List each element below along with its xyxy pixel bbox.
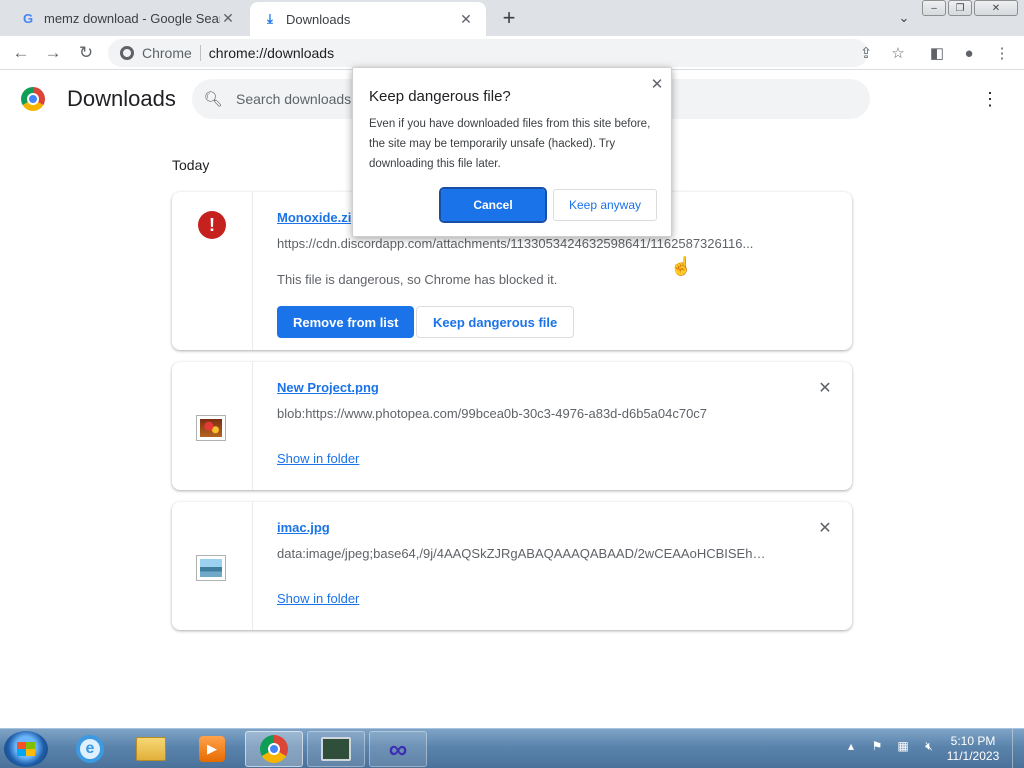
file-url[interactable]: blob:https://www.photopea.com/99bcea0b-3…	[277, 406, 772, 421]
cancel-button[interactable]: Cancel	[439, 187, 547, 223]
profile-avatar-icon[interactable]: ●	[959, 43, 979, 63]
system-tray: ▴ ⚑ ▦ 🔇︎	[842, 737, 938, 755]
danger-icon: !	[198, 211, 226, 239]
restore-button[interactable]: ❐	[948, 0, 972, 16]
file-name-link[interactable]: imac.jpg	[277, 520, 330, 535]
chrome-logo-icon	[120, 46, 134, 60]
dialog-title: Keep dangerous file?	[369, 88, 511, 105]
download-item: imac.jpg data:image/jpeg;base64,/9j/4AAQ…	[172, 502, 852, 630]
dialog-close-icon[interactable]: ✕	[648, 75, 666, 93]
tab-search-chevron-icon[interactable]: ⌄	[894, 8, 914, 28]
window-controls: – ❐ ✕	[922, 0, 1018, 16]
clock-date: 11/1/2023	[946, 749, 1000, 763]
image-file-icon	[196, 555, 226, 581]
tab-title: memz download - Google Search	[44, 10, 220, 26]
system-clock[interactable]: 5:10 PM 11/1/2023	[940, 734, 1006, 764]
network-icon[interactable]: ▦	[894, 737, 912, 755]
start-button[interactable]	[4, 731, 48, 767]
clock-time: 5:10 PM	[950, 734, 996, 748]
folder-icon	[136, 737, 166, 761]
share-icon[interactable]: ⇪	[856, 43, 876, 63]
dialog-message: Even if you have downloaded files from t…	[369, 118, 651, 170]
more-actions-icon[interactable]: ⋮	[980, 88, 1000, 110]
internet-explorer-icon: e	[76, 735, 104, 763]
close-tab-icon[interactable]: ✕	[220, 10, 236, 26]
tab-downloads[interactable]: ⤓ Downloads ✕	[250, 2, 486, 36]
hand-cursor-icon: ☝	[670, 256, 693, 276]
taskbar-media-player[interactable]: ▶	[183, 731, 241, 767]
back-arrow-icon[interactable]: ←	[8, 40, 34, 66]
download-icon: ⤓	[267, 11, 273, 26]
show-desktop-button[interactable]	[1012, 729, 1024, 768]
danger-description: This file is dangerous, so Chrome has bl…	[277, 272, 558, 287]
close-tab-icon[interactable]: ✕	[458, 11, 474, 27]
file-icon-column: !	[172, 192, 253, 350]
file-url[interactable]: https://cdn.discordapp.com/attachments/1…	[277, 236, 772, 251]
taskbar-chrome[interactable]	[245, 731, 303, 767]
show-in-folder-link[interactable]: Show in folder	[277, 451, 359, 466]
remove-item-icon[interactable]: ✕	[816, 519, 834, 537]
file-name-link[interactable]: New Project.png	[277, 380, 379, 395]
remove-item-icon[interactable]: ✕	[816, 379, 834, 397]
site-chip[interactable]: Chrome	[120, 45, 192, 61]
keep-dangerous-file-button[interactable]: Keep dangerous file	[416, 306, 575, 338]
image-file-icon	[196, 415, 226, 441]
volume-muted-icon[interactable]: 🔇︎	[920, 737, 938, 755]
tab-google-search[interactable]: G memz download - Google Search ✕	[8, 0, 248, 36]
url-text: chrome://downloads	[208, 45, 335, 61]
taskbar-internet-explorer[interactable]: e	[61, 731, 119, 767]
show-in-folder-link[interactable]: Show in folder	[277, 591, 359, 606]
remove-from-list-button[interactable]: Remove from list	[277, 306, 415, 338]
file-name-link[interactable]: Monoxide.zip	[277, 210, 359, 225]
keep-dangerous-file-dialog: Keep dangerous file? ✕ Even if you have …	[352, 67, 672, 237]
chrome-icon	[260, 735, 288, 763]
show-hidden-icons-icon[interactable]: ▴	[842, 737, 860, 755]
download-item: New Project.png blob:https://www.photope…	[172, 362, 852, 490]
side-panel-icon[interactable]: ◧	[927, 43, 947, 63]
forward-arrow-icon[interactable]: →	[40, 40, 66, 66]
action-center-flag-icon[interactable]: ⚑	[868, 737, 886, 755]
address-bar[interactable]: Chrome chrome://downloads	[108, 39, 868, 67]
minimize-button[interactable]: –	[922, 0, 946, 16]
chrome-menu-icon[interactable]: ⋮	[992, 43, 1012, 63]
site-chip-label: Chrome	[142, 45, 192, 61]
taskbar-file-explorer[interactable]	[122, 731, 180, 767]
new-tab-button[interactable]: +	[497, 5, 521, 30]
taskbar-app[interactable]: ∞	[369, 731, 427, 767]
browser-toolbar: ← → ↻ Chrome chrome://downloads ⇪ ☆ ◧ ● …	[0, 36, 1024, 70]
chrome-logo-icon	[21, 87, 45, 111]
divider	[199, 45, 201, 61]
page-title: Downloads	[67, 86, 176, 111]
file-icon-column	[172, 362, 253, 490]
window-close-button[interactable]: ✕	[974, 0, 1018, 16]
google-icon: G	[22, 10, 34, 26]
tab-title: Downloads	[286, 11, 351, 27]
media-player-icon: ▶	[199, 736, 225, 762]
file-icon-column	[172, 502, 253, 630]
taskbar-task-manager[interactable]	[307, 731, 365, 767]
tab-strip: G memz download - Google Search ✕ ⤓ Down…	[0, 0, 1024, 36]
monitor-icon	[321, 737, 351, 761]
bookmark-star-icon[interactable]: ☆	[888, 43, 908, 63]
search-icon: 🔍︎	[203, 91, 223, 108]
date-section-heading: Today	[172, 157, 210, 173]
reload-icon[interactable]: ↻	[73, 40, 99, 66]
file-url[interactable]: data:image/jpeg;base64,/9j/4AAQSkZJRgABA…	[277, 546, 772, 561]
taskbar: e ▶ ∞ ▴ ⚑ ▦ 🔇︎ 5:10 PM 11/1/2023	[0, 728, 1024, 768]
keep-anyway-button[interactable]: Keep anyway	[553, 189, 657, 221]
infinity-icon: ∞	[388, 733, 408, 764]
